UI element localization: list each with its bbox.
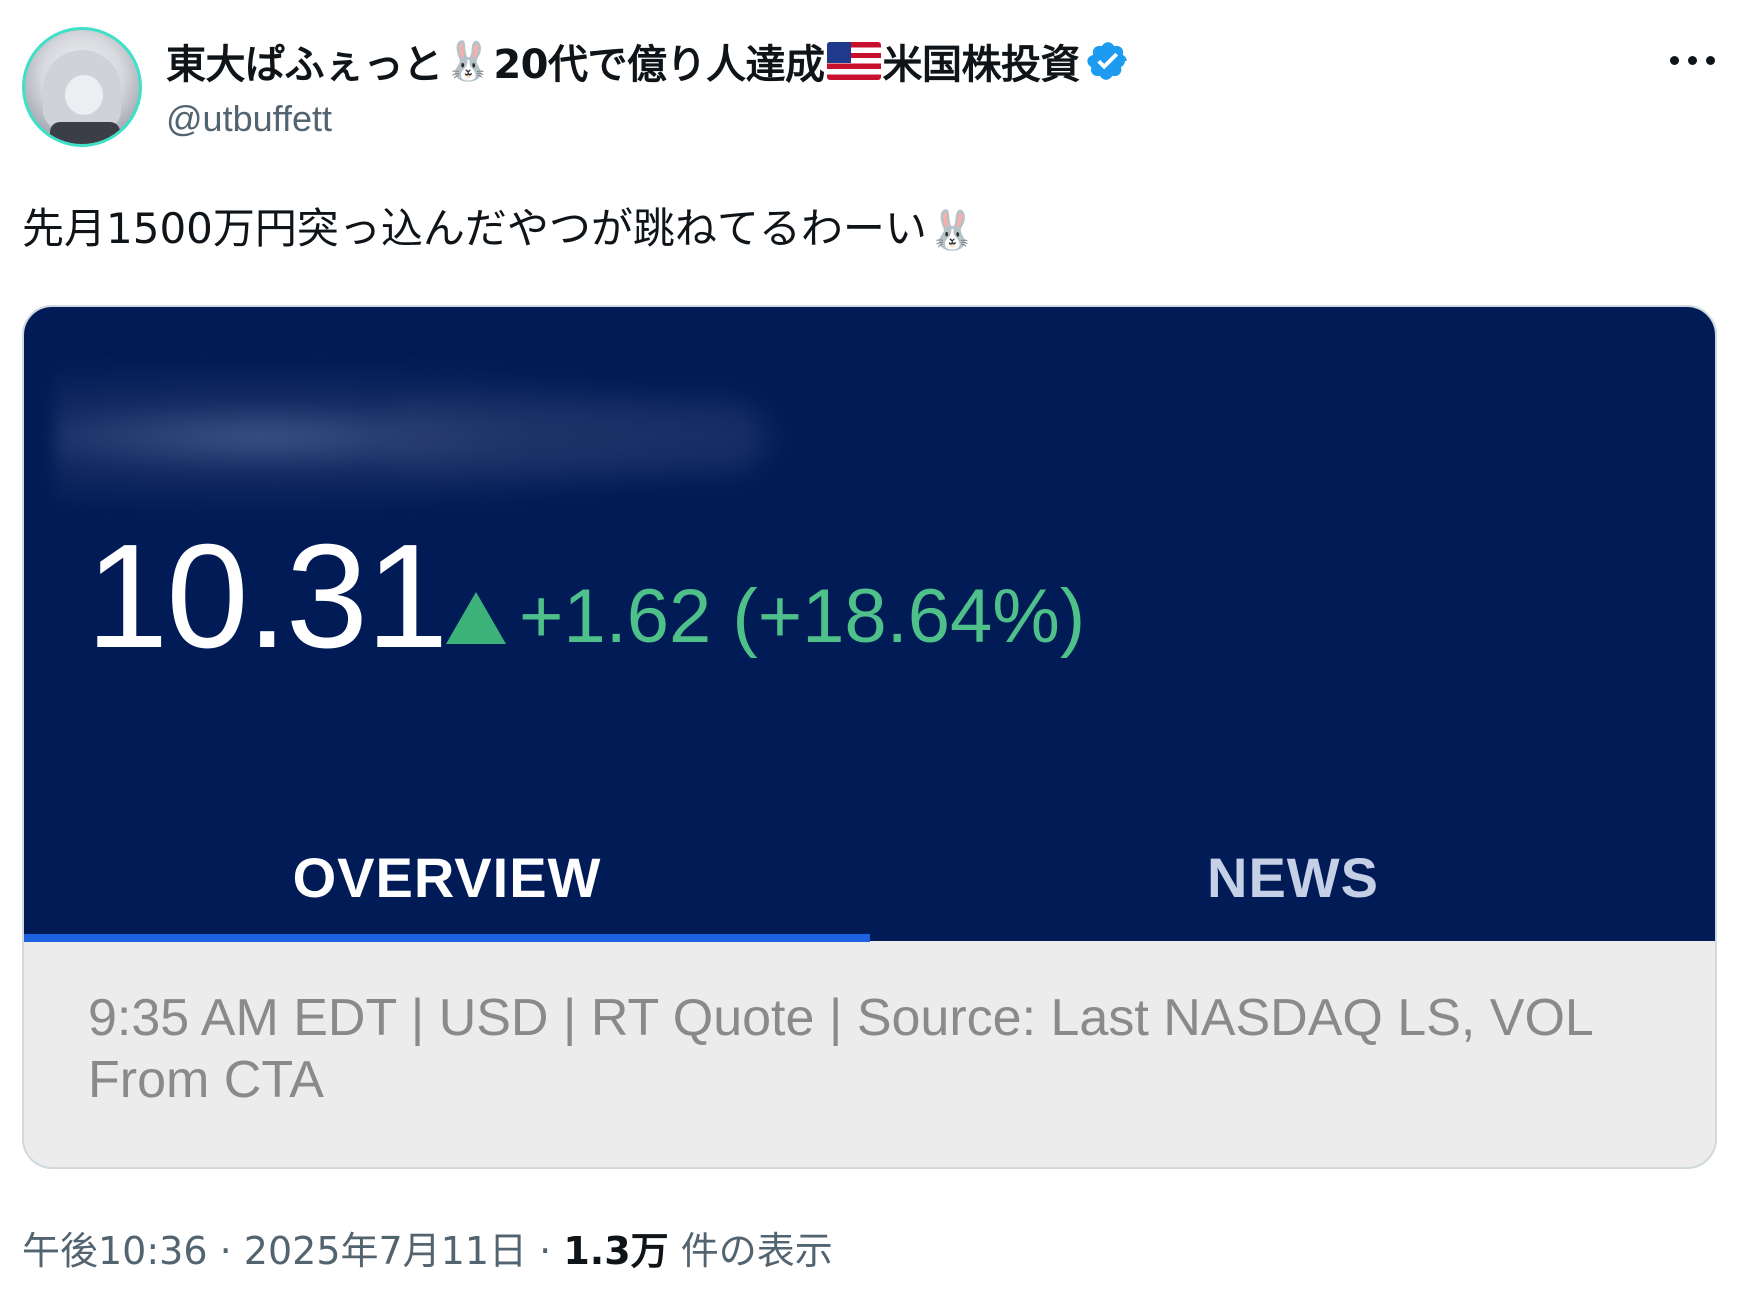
active-tab-indicator (24, 934, 870, 942)
avatar[interactable] (22, 27, 142, 147)
tab-overview-label: OVERVIEW (292, 845, 602, 909)
meta-separator: · (219, 1229, 232, 1273)
avatar-face (65, 75, 103, 115)
quote-source-info: 9:35 AM EDT | USD | RT Quote | Source: L… (88, 989, 1592, 1109)
price-change: +1.62 (+18.64%) (519, 574, 1086, 659)
quote-screenshot-card[interactable]: 10.31 +1.62 (+18.64%) OVERVIEW NEWS 9:35… (22, 305, 1717, 1169)
stock-price: 10.31 (86, 514, 448, 679)
up-arrow-icon (446, 592, 506, 644)
meta-separator: · (539, 1229, 552, 1273)
rabbit-emoji-icon: 🐰 (444, 38, 492, 83)
tweet-meta: 午後10:36 · 2025年7月11日 · 1.3万 件の表示 (22, 1220, 833, 1275)
rabbit-emoji-icon: 🐰 (928, 208, 977, 252)
tab-overview[interactable]: OVERVIEW (24, 817, 870, 937)
tab-news[interactable]: NEWS (870, 817, 1715, 937)
tweet-text: 先月1500万円突っ込んだやつが跳ねてるわーい🐰 (22, 200, 978, 259)
tweet-time[interactable]: 午後10:36 (22, 1229, 208, 1273)
display-name[interactable]: 東大ぱふぇっと 🐰 20代で億り人達成 米国株投資 (166, 30, 1130, 92)
views-label: 件の表示 (680, 1229, 833, 1273)
tweet-text-body: 先月1500万円突っ込んだやつが跳ねてるわーい (22, 204, 927, 253)
verified-badge-icon (1086, 39, 1130, 83)
quote-header-panel: 10.31 +1.62 (+18.64%) OVERVIEW NEWS (24, 307, 1715, 942)
tweet-date[interactable]: 2025年7月11日 (244, 1229, 527, 1273)
us-flag-icon (826, 42, 881, 80)
display-name-part1: 東大ぱふぇっと (166, 42, 443, 88)
display-name-part3: 米国株投資 (882, 42, 1081, 88)
avatar-collar (50, 122, 120, 144)
blurred-ticker-name (54, 362, 794, 512)
views-count: 1.3万 (563, 1229, 669, 1273)
tab-news-label: NEWS (1207, 845, 1379, 909)
user-handle[interactable]: @utbuffett (166, 98, 332, 140)
more-options-icon[interactable] (1664, 45, 1720, 75)
display-name-part2: 20代で億り人達成 (493, 42, 825, 88)
